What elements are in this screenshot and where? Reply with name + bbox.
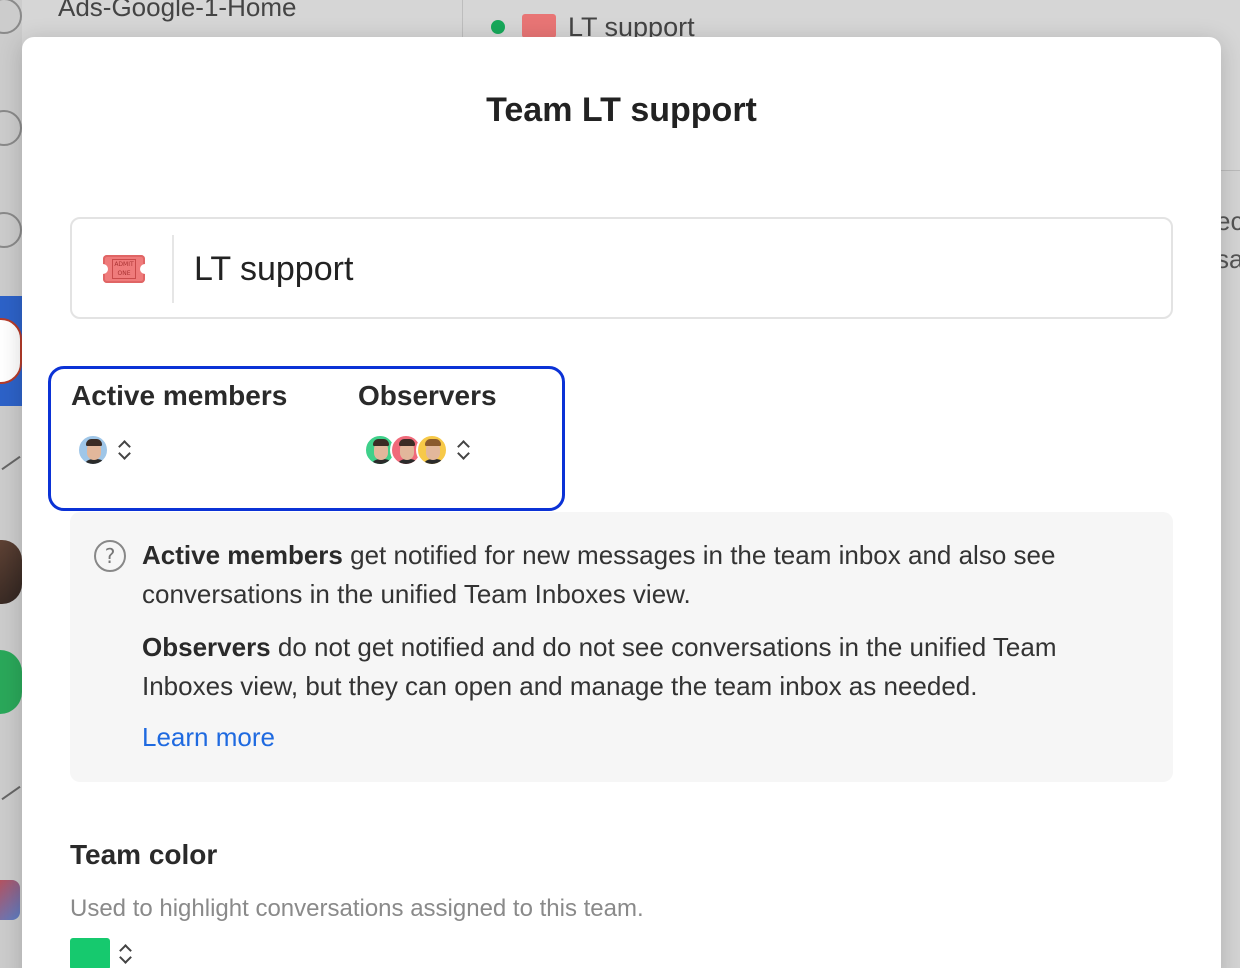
channel-icon[interactable] — [0, 650, 22, 714]
ticket-text: ADMIT ONE — [112, 259, 136, 279]
question-mark-icon: ? — [94, 540, 126, 572]
learn-more-link[interactable]: Learn more — [142, 722, 275, 753]
group-icon[interactable] — [0, 212, 22, 248]
active-members-group: Active members — [71, 380, 287, 466]
observers-label: Observers — [358, 380, 497, 411]
observers-info: Observers do not get notified and do not… — [142, 632, 1057, 701]
color-swatch — [70, 938, 110, 968]
admit-one-ticket-icon: ADMIT ONE — [103, 255, 145, 283]
conversation-title: Ads-Google-1-Home — [58, 0, 297, 22]
app-icon[interactable] — [0, 880, 20, 920]
ticket-icon — [522, 14, 556, 38]
observers-picker[interactable] — [364, 434, 497, 466]
chart-icon — [1, 785, 21, 801]
team-name-field: ADMIT ONE — [70, 217, 1173, 319]
modal-title: Team LT support — [22, 91, 1221, 130]
group-icon[interactable] — [0, 0, 22, 34]
team-color-description: Used to highlight conversations assigned… — [70, 895, 644, 922]
chevron-up-down-icon — [456, 439, 470, 461]
team-color-title: Team color — [70, 839, 218, 870]
field-divider — [172, 235, 174, 303]
header-divider — [462, 0, 463, 40]
team-emoji-picker[interactable]: ADMIT ONE — [94, 239, 154, 299]
members-info-box: ? Active members get notified for new me… — [70, 512, 1173, 782]
support-icon[interactable] — [0, 318, 22, 384]
conversation-rail — [0, 0, 22, 968]
active-members-picker[interactable] — [77, 434, 287, 466]
group-icon[interactable] — [0, 110, 22, 146]
chevron-up-down-icon — [118, 943, 132, 965]
title-prefix: Team — [486, 91, 573, 129]
avatar[interactable] — [0, 540, 22, 604]
right-panel — [1221, 170, 1240, 968]
avatar — [77, 434, 109, 466]
online-status-dot — [491, 20, 505, 34]
members-info-text: Active members get notified for new mess… — [142, 536, 1152, 706]
active-members-label: Active members — [71, 380, 288, 411]
chevron-up-down-icon — [117, 439, 131, 461]
avatar — [416, 434, 448, 466]
active-members-info: Active members get notified for new mess… — [142, 540, 1056, 609]
members-section: Active members Observers — [48, 366, 565, 511]
chart-icon — [1, 455, 21, 471]
observers-group: Observers — [358, 380, 497, 466]
team-name-input[interactable] — [194, 239, 1144, 299]
team-settings-modal: Team LT support ADMIT ONE Active members… — [22, 37, 1221, 968]
title-team-name: LT support — [581, 91, 757, 129]
team-color-picker[interactable] — [70, 938, 132, 968]
